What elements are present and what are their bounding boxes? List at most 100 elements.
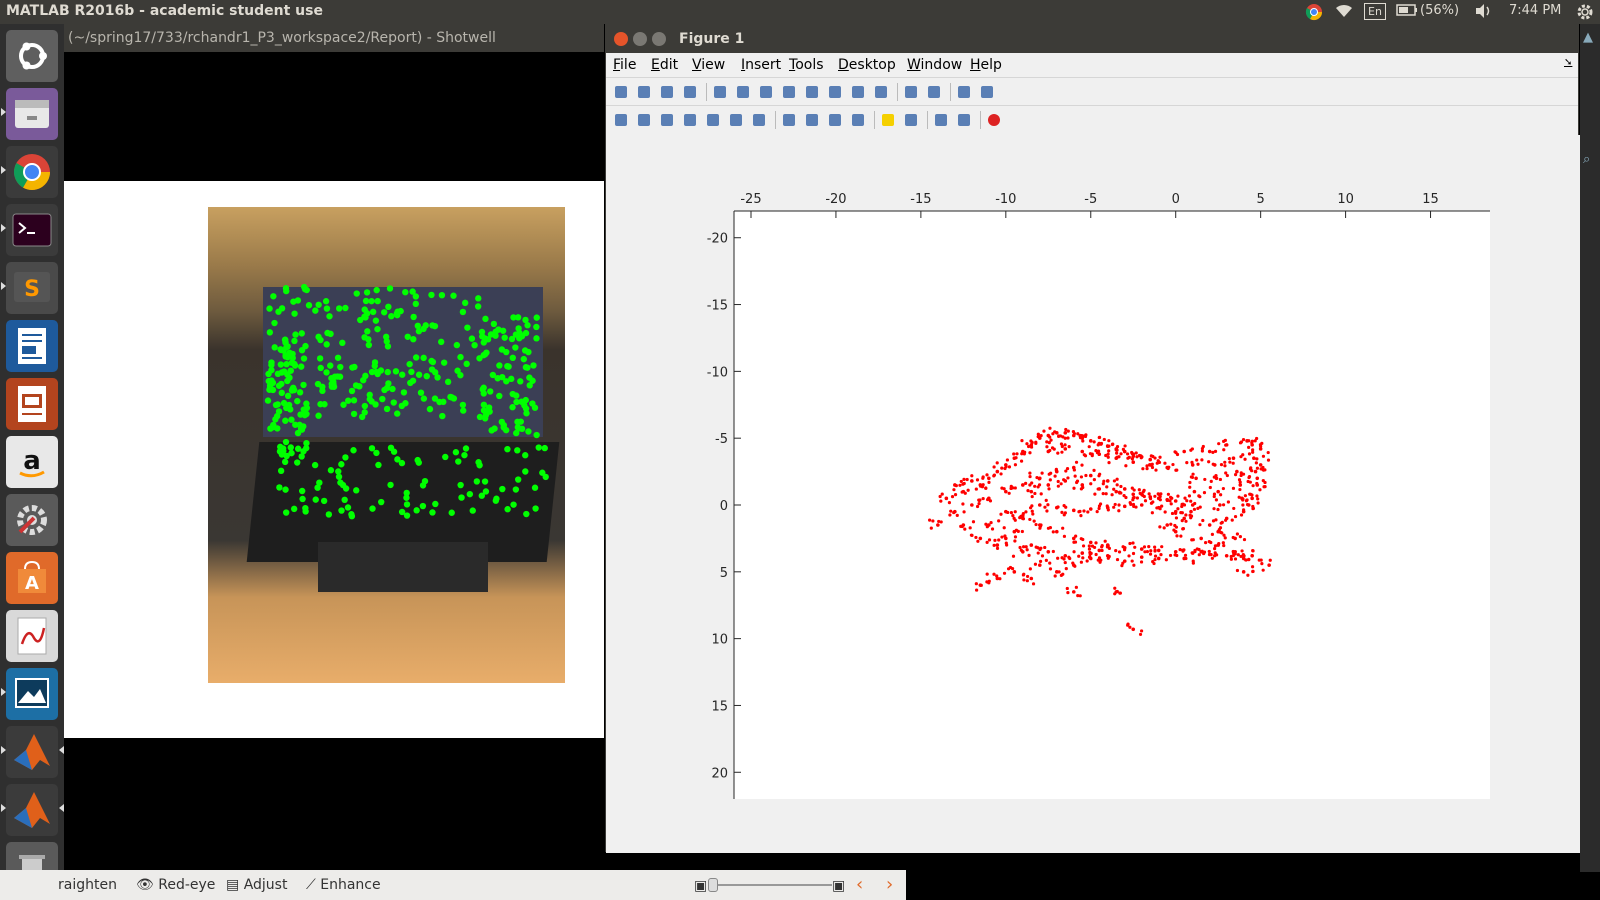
data-point	[1266, 450, 1270, 455]
wifi-icon[interactable]	[1334, 3, 1354, 23]
impress-icon[interactable]	[6, 378, 58, 430]
battery-icon[interactable]	[1396, 3, 1418, 21]
data-point	[1223, 464, 1227, 468]
open-icon[interactable]	[635, 83, 653, 101]
data-point	[1185, 499, 1189, 503]
data-point	[1262, 485, 1266, 489]
amazon-icon[interactable]: a	[6, 436, 58, 488]
tool-8-icon[interactable]	[780, 111, 798, 129]
hide-plot-tools-icon[interactable]	[955, 83, 973, 101]
print-icon[interactable]	[681, 83, 699, 101]
menubar-arrow-icon[interactable]: ➘	[1564, 57, 1572, 68]
files-icon[interactable]	[6, 88, 58, 140]
data-point	[1027, 553, 1031, 557]
menu-edit[interactable]: Edit	[651, 57, 678, 73]
data-point	[1259, 467, 1263, 471]
data-point	[1087, 555, 1092, 559]
maximize-icon[interactable]	[652, 32, 666, 46]
menu-help[interactable]: Help	[970, 57, 1002, 73]
save-icon[interactable]	[658, 83, 676, 101]
scroll-up-icon[interactable]: ▲	[1583, 30, 1593, 45]
sublime-text-icon[interactable]: S	[6, 262, 58, 314]
pointer-icon[interactable]	[711, 83, 729, 101]
rotate-icon[interactable]	[803, 83, 821, 101]
next-photo-icon[interactable]: ›	[886, 874, 893, 895]
document-viewer-icon[interactable]	[6, 610, 58, 662]
tool-14-icon[interactable]	[932, 111, 950, 129]
chrome-icon[interactable]	[6, 146, 58, 198]
minimize-icon[interactable]	[633, 32, 647, 46]
feature-point	[415, 371, 423, 378]
zoom-out-icon[interactable]	[757, 83, 775, 101]
feature-point	[290, 505, 298, 513]
data-point	[1064, 427, 1068, 432]
enhance-button[interactable]: ⟋ Enhance	[306, 877, 381, 893]
gear-icon[interactable]	[1576, 3, 1594, 25]
tool-10-icon[interactable]	[826, 111, 844, 129]
adjust-button[interactable]: ▤ Adjust	[226, 877, 287, 893]
tool-4-icon[interactable]	[681, 111, 699, 129]
menu-file[interactable]: File	[613, 57, 636, 73]
matlab-icon[interactable]	[6, 726, 58, 778]
light-icon[interactable]	[879, 111, 897, 129]
ubuntu-dash-icon[interactable]	[6, 30, 58, 82]
menu-insert[interactable]: Insert	[741, 57, 781, 73]
menu-desktop[interactable]: Desktop	[838, 57, 896, 73]
feature-point	[412, 300, 420, 308]
tool-15-icon[interactable]	[955, 111, 973, 129]
data-point	[1243, 457, 1247, 461]
tool-6-icon[interactable]	[727, 111, 745, 129]
data-cursor-icon[interactable]	[826, 83, 844, 101]
zoom-out-small-icon[interactable]: ▣	[694, 878, 707, 894]
zoom-in-small-icon[interactable]: ▣	[832, 878, 845, 894]
tool-5-icon[interactable]	[704, 111, 722, 129]
search-icon[interactable]: ⌕	[1583, 152, 1590, 167]
tool-13-icon[interactable]	[902, 111, 920, 129]
tool-7-icon[interactable]	[750, 111, 768, 129]
feature-point	[314, 484, 321, 491]
tool-2-icon[interactable]	[635, 111, 653, 129]
zoom-slider[interactable]	[712, 884, 832, 886]
menu-view[interactable]: View	[692, 57, 725, 73]
tool-9-icon[interactable]	[803, 111, 821, 129]
zoom-slider-handle[interactable]	[708, 878, 718, 892]
link-icon[interactable]	[872, 83, 890, 101]
volume-icon[interactable]	[1474, 3, 1494, 23]
menu-tools[interactable]: Tools	[789, 57, 824, 73]
close-icon[interactable]	[614, 32, 628, 46]
pan-icon[interactable]	[780, 83, 798, 101]
data-point	[1112, 479, 1117, 483]
tool-3-icon[interactable]	[658, 111, 676, 129]
shotwell-icon[interactable]	[6, 668, 58, 720]
feature-point	[459, 308, 467, 316]
straighten-button[interactable]: raighten	[58, 877, 117, 893]
system-settings-icon[interactable]	[6, 494, 58, 546]
x-tick-label: -5	[1084, 192, 1097, 207]
red-eye-button[interactable]: 👁 Red-eye	[136, 877, 215, 893]
data-point	[1162, 526, 1166, 530]
terminal-icon[interactable]	[6, 204, 58, 256]
data-point	[1125, 452, 1130, 456]
colorbar-icon[interactable]	[902, 83, 920, 101]
keyboard-layout-indicator[interactable]: En	[1364, 3, 1386, 20]
scatter-plot[interactable]: -25 -20 -15 -10 -5 0 5 10 15 -20 -15 -10 -5 0 5 10 15 20	[606, 135, 1578, 853]
legend-icon[interactable]	[925, 83, 943, 101]
stop-icon[interactable]	[985, 111, 1003, 129]
data-point	[1165, 523, 1170, 527]
writer-icon[interactable]	[6, 320, 58, 372]
feature-point	[284, 392, 292, 400]
show-plot-tools-icon[interactable]	[978, 83, 996, 101]
chrome-indicator-icon[interactable]	[1305, 3, 1323, 25]
tool-1-icon[interactable]	[612, 111, 630, 129]
clock[interactable]: 7:44 PM	[1509, 3, 1561, 18]
previous-photo-icon[interactable]: ‹	[856, 874, 863, 895]
zoom-in-icon[interactable]	[734, 83, 752, 101]
matlab-icon[interactable]	[6, 784, 58, 836]
brush-icon[interactable]	[849, 83, 867, 101]
tool-11-icon[interactable]	[849, 111, 867, 129]
menu-window[interactable]: Window	[907, 57, 962, 73]
shotwell-toolbar: raighten 👁 Red-eye ▤ Adjust ⟋ Enhance ▣ …	[0, 870, 906, 900]
software-center-icon[interactable]: A	[6, 552, 58, 604]
data-point	[1241, 498, 1245, 502]
new-icon[interactable]	[612, 83, 630, 101]
